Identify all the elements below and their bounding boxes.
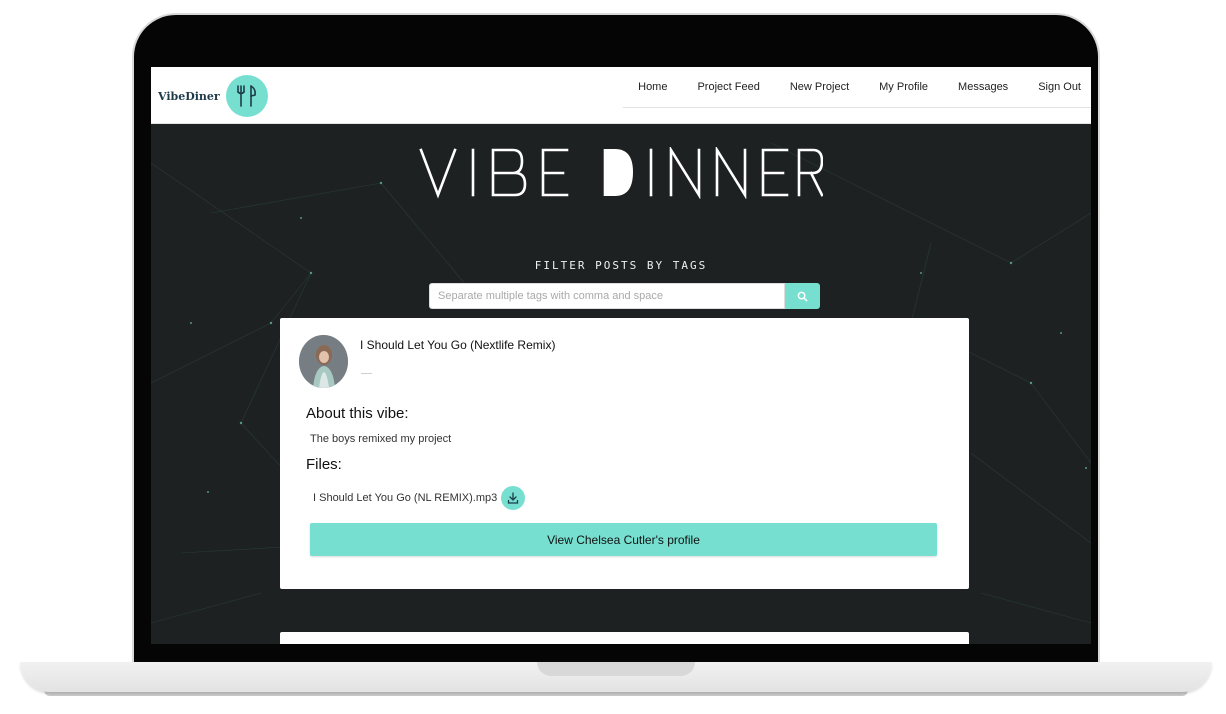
files-heading: Files: — [306, 456, 342, 473]
tag-search — [429, 283, 820, 309]
nav-messages[interactable]: Messages — [938, 81, 1018, 93]
tag-search-input[interactable] — [429, 283, 785, 309]
post-card: I Should Let You Go (Nextlife Remix) Abo… — [280, 318, 969, 589]
about-text: The boys remixed my project — [310, 433, 452, 445]
search-icon — [797, 291, 808, 302]
download-icon — [508, 492, 519, 504]
fork-knife-icon[interactable] — [225, 75, 268, 117]
brand-name[interactable]: VibeDiner — [158, 90, 220, 103]
file-name: I Should Let You Go (NL REMIX).mp3 — [313, 492, 498, 504]
nav-my-profile[interactable]: My Profile — [859, 81, 938, 93]
nav-sign-out[interactable]: Sign Out — [1018, 81, 1091, 93]
nav-links: Home Project Feed New Project My Profile… — [623, 67, 1091, 108]
post-title: I Should Let You Go (Nextlife Remix) — [360, 338, 556, 352]
brand[interactable]: VibeDiner — [158, 74, 268, 118]
divider — [361, 373, 372, 374]
hero-title — [151, 145, 1091, 204]
laptop-mockup: VibeDiner Home Project Feed New Project … — [0, 0, 1226, 714]
about-heading: About this vibe: — [306, 405, 409, 422]
laptop-notch — [537, 662, 695, 676]
nav-new-project[interactable]: New Project — [770, 81, 859, 93]
app-screen: VibeDiner Home Project Feed New Project … — [151, 67, 1091, 644]
nav-home[interactable]: Home — [623, 81, 677, 93]
next-post-card — [280, 632, 969, 644]
avatar[interactable] — [299, 335, 348, 388]
download-button[interactable] — [501, 486, 526, 510]
filter-label: FILTER POSTS BY TAGS — [534, 259, 708, 272]
search-button[interactable] — [785, 283, 820, 309]
nav-project-feed[interactable]: Project Feed — [677, 81, 769, 93]
navbar: VibeDiner Home Project Feed New Project … — [151, 67, 1091, 124]
view-profile-button[interactable]: View Chelsea Cutler's profile — [310, 523, 937, 556]
file-row: I Should Let You Go (NL REMIX).mp3 — [313, 486, 526, 510]
hero-wordmark — [419, 145, 824, 200]
